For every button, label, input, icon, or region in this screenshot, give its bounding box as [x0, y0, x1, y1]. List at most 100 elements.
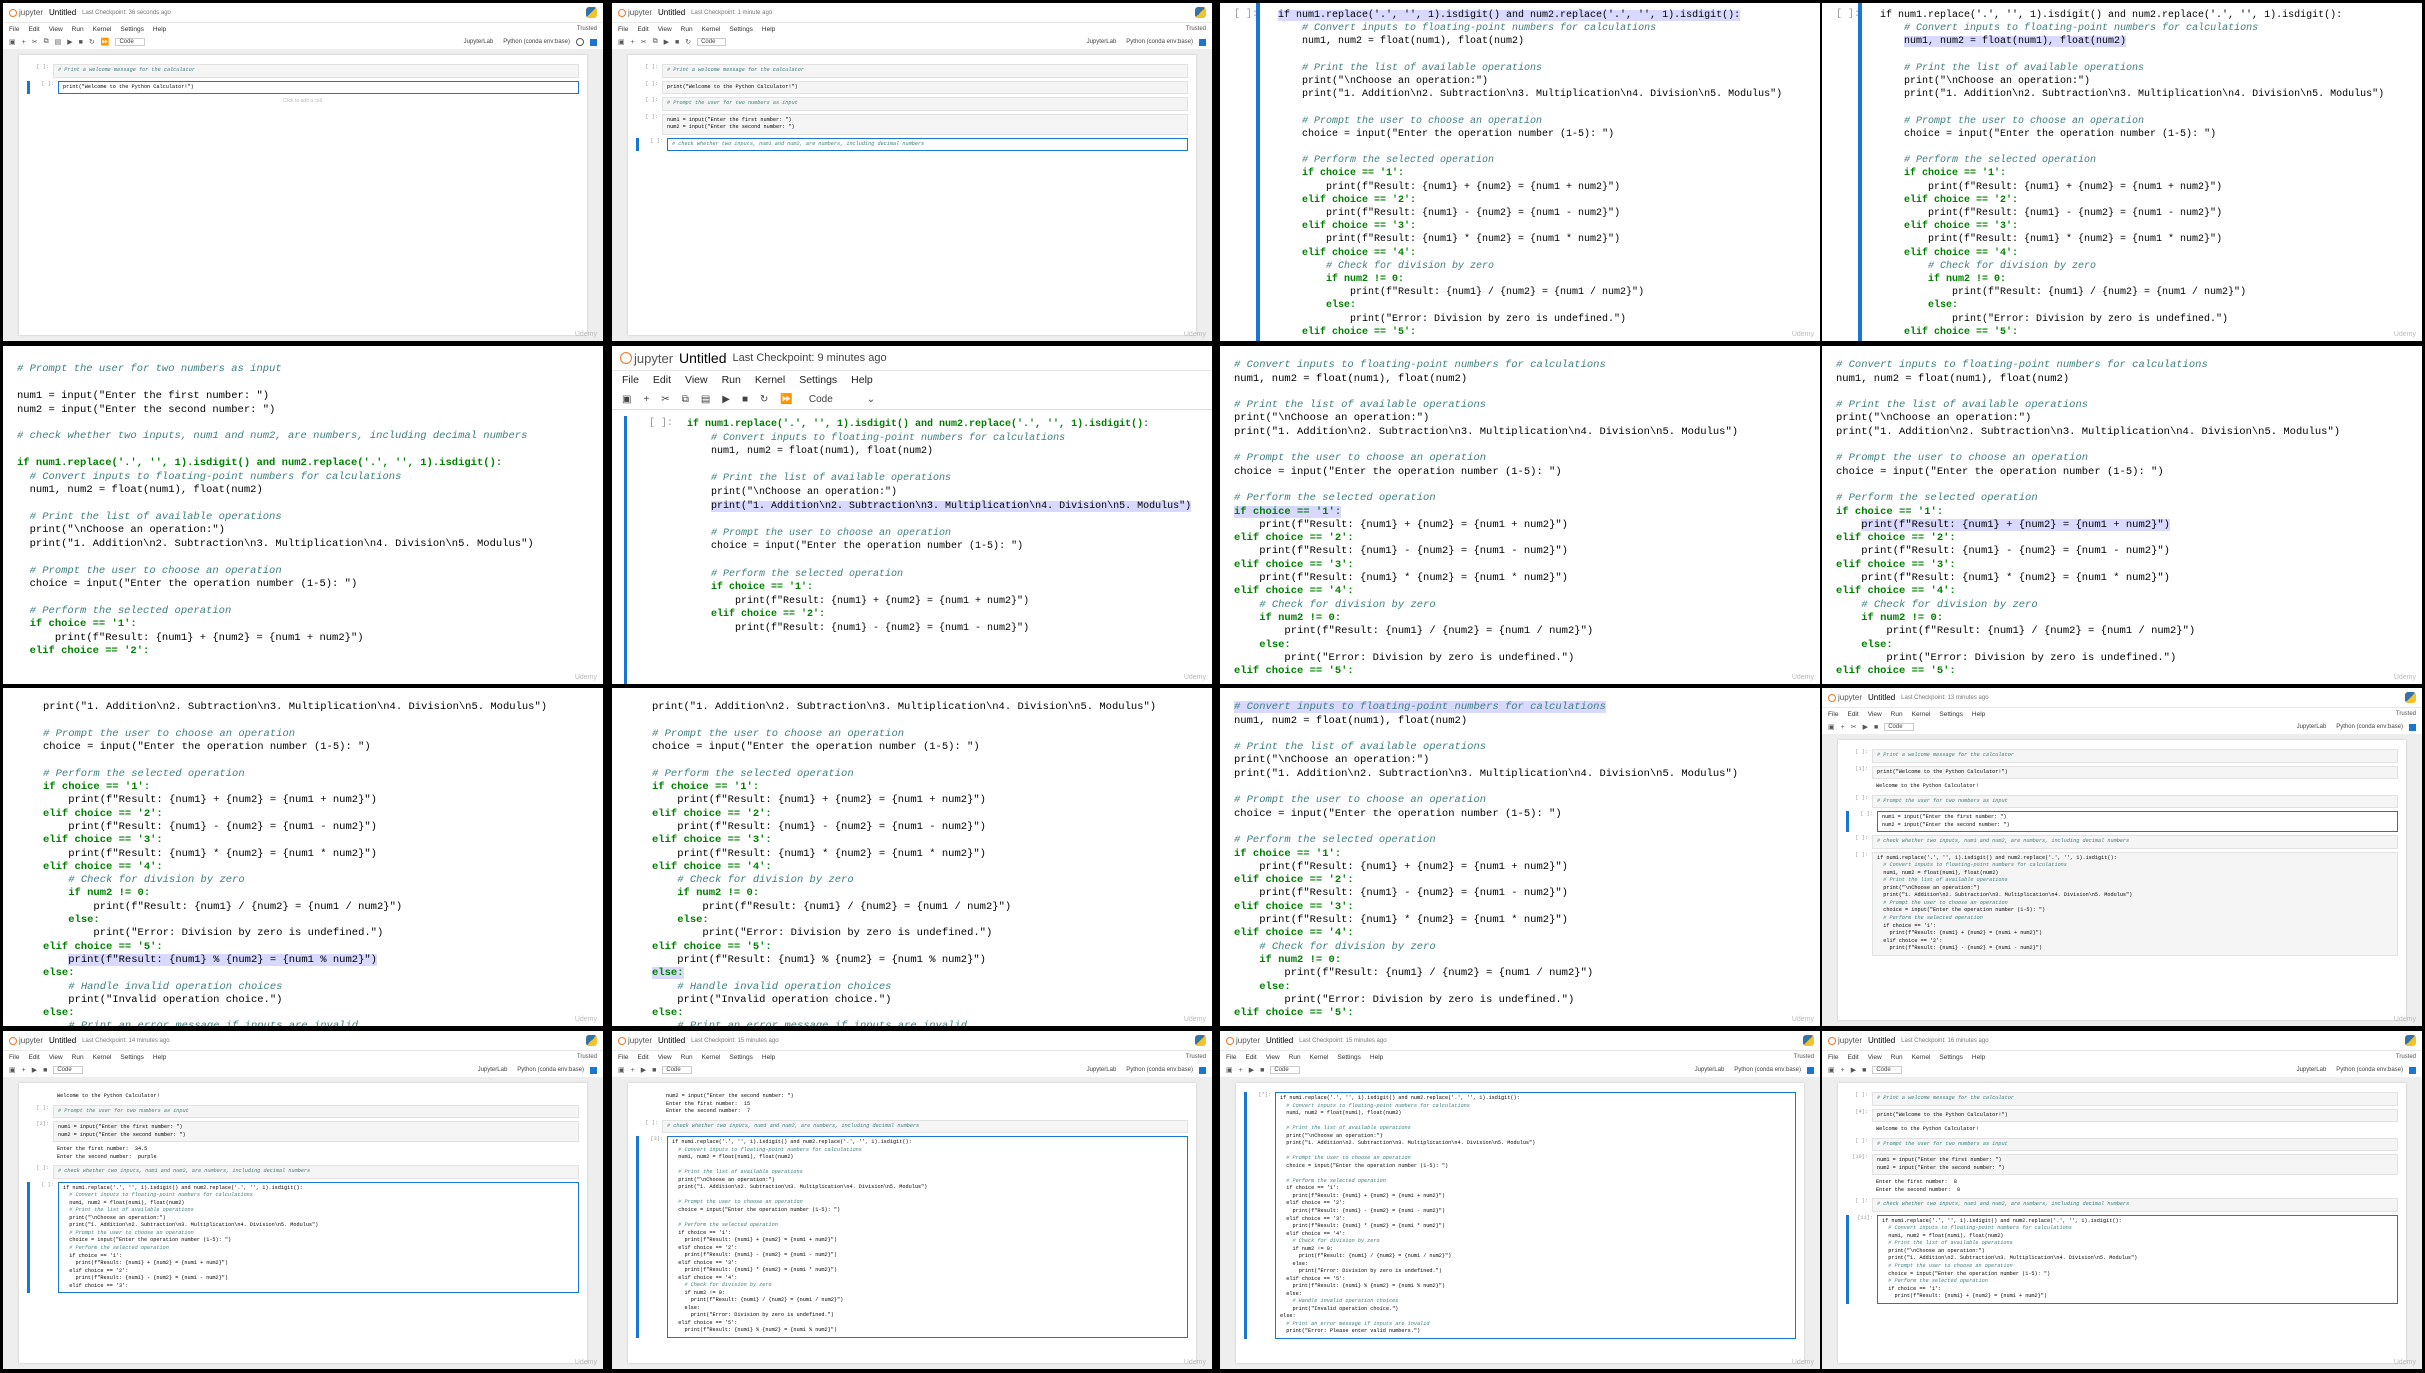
debugger-icon[interactable] — [2409, 1066, 2416, 1074]
menu-help[interactable]: Help — [1972, 1054, 1985, 1061]
code-cell[interactable]: [ ]: # Print a welcome message for the ca… — [1846, 749, 2398, 763]
fast-forward-icon[interactable]: ⏩ — [780, 394, 792, 405]
menu-settings[interactable]: Settings — [729, 1054, 753, 1061]
debugger-icon[interactable] — [590, 1066, 597, 1074]
menu-kernel[interactable]: Kernel — [93, 26, 112, 33]
menu-file[interactable]: File — [618, 26, 628, 33]
code-cell[interactable]: [1]: print("Welcome to the Python Calcula… — [1846, 765, 2398, 780]
stop-icon[interactable]: ■ — [652, 1067, 656, 1074]
menu-view[interactable]: View — [658, 1054, 672, 1061]
cut-icon[interactable]: ✂ — [661, 394, 669, 405]
trusted-indicator[interactable]: Trusted — [2396, 711, 2416, 717]
menu-settings[interactable]: Settings — [120, 1054, 144, 1061]
cell-source[interactable]: # Print a welcome message for the calcul… — [662, 64, 1188, 78]
add-cell-icon[interactable]: + — [1841, 1067, 1845, 1074]
menu-edit[interactable]: Edit — [1847, 711, 1858, 718]
stop-icon[interactable]: ■ — [1260, 1067, 1264, 1074]
menu-kernel[interactable]: Kernel — [1310, 1054, 1329, 1061]
run-icon[interactable]: ▶ — [32, 1066, 37, 1074]
menu-edit[interactable]: Edit — [1245, 1054, 1256, 1061]
run-icon[interactable]: ▶ — [641, 1066, 646, 1074]
cell-type-select[interactable]: Code — [53, 1066, 83, 1074]
menu-run[interactable]: Run — [1891, 1054, 1903, 1061]
menu-kernel[interactable]: Kernel — [93, 1054, 112, 1061]
code-cell-active[interactable]: [ ]: if num1.replace('.', '', 1).isdigit… — [624, 416, 1212, 684]
menu-file[interactable]: File — [618, 1054, 628, 1061]
run-icon[interactable]: ▶ — [722, 394, 730, 405]
trusted-indicator[interactable]: Trusted — [1186, 1054, 1206, 1060]
cell-type-select[interactable]: Code — [805, 394, 855, 405]
trusted-indicator[interactable]: Trusted — [577, 26, 597, 32]
cell-source[interactable]: num1 = input("Enter the first number: ")… — [1872, 1154, 2398, 1176]
menu-file[interactable]: File — [622, 374, 639, 386]
cell-source[interactable]: num1 = input("Enter the first number: ")… — [53, 1121, 579, 1143]
stop-icon[interactable]: ■ — [79, 39, 83, 46]
menu-kernel[interactable]: Kernel — [702, 1054, 721, 1061]
cell-source[interactable]: print("Welcome to the Python Calculator!… — [1872, 1108, 2398, 1123]
menu-run[interactable]: Run — [1289, 1054, 1301, 1061]
code-editor[interactable]: # Convert inputs to floating-point numbe… — [1220, 346, 1820, 684]
code-cell-active[interactable]: [ ]: print("Welcome to the Python Calcula… — [27, 80, 579, 95]
restart-icon[interactable]: ↻ — [89, 38, 95, 46]
save-icon[interactable]: ▣ — [9, 1066, 16, 1074]
run-icon[interactable]: ▶ — [1863, 723, 1868, 731]
cell-type-select[interactable]: Code — [697, 38, 727, 46]
notebook-title[interactable]: Untitled — [658, 1036, 685, 1045]
cell-source[interactable]: # Prompt the user for two numbers as inp… — [53, 1104, 579, 1119]
add-cell-icon[interactable]: + — [22, 1067, 26, 1074]
save-icon[interactable]: ▣ — [1828, 1066, 1835, 1074]
notebook-title[interactable]: Untitled — [1868, 1036, 1895, 1045]
cell-source[interactable]: print("Welcome to the Python Calculator!… — [1872, 765, 2398, 780]
menu-file[interactable]: File — [1226, 1054, 1236, 1061]
code-editor[interactable]: if num1.replace('.', '', 1).isdigit() an… — [1220, 3, 1820, 341]
debugger-icon[interactable] — [1199, 1066, 1206, 1074]
menu-edit[interactable]: Edit — [1847, 1054, 1858, 1061]
menu-run[interactable]: Run — [72, 1054, 84, 1061]
code-cell[interactable]: [ ]: if num1.replace('.', '', 1).isdigit(… — [1846, 851, 2398, 956]
code-editor[interactable]: # Convert inputs to floating-point numbe… — [1822, 346, 2422, 684]
notebook-title[interactable]: Untitled — [49, 1036, 76, 1045]
code-cell-active[interactable]: [ ]: num1 = input("Enter the first number… — [1846, 811, 2398, 833]
menu-view[interactable]: View — [49, 26, 63, 33]
copy-icon[interactable]: ⧉ — [653, 38, 658, 46]
jupyter-logo[interactable]: jupyter — [618, 1036, 652, 1045]
menu-settings[interactable]: Settings — [1337, 1054, 1361, 1061]
kernel-name[interactable]: Python (conda env:base) — [2336, 1067, 2403, 1073]
menu-file[interactable]: File — [1828, 1054, 1838, 1061]
cell-source[interactable]: print("Welcome to the Python Calculator!… — [662, 80, 1188, 95]
fast-forward-icon[interactable]: ⏩ — [101, 38, 110, 46]
menu-view[interactable]: View — [1266, 1054, 1280, 1061]
menu-file[interactable]: File — [9, 1054, 19, 1061]
cut-icon[interactable]: ✂ — [32, 38, 38, 46]
cell-type-select[interactable]: Code — [1872, 1066, 1902, 1074]
run-icon[interactable]: ▶ — [664, 38, 669, 46]
cell-source[interactable]: # Prompt the user for two numbers as inp… — [1872, 794, 2398, 809]
menu-help[interactable]: Help — [851, 374, 873, 386]
notebook-title[interactable]: Untitled — [1868, 693, 1895, 702]
add-cell-icon[interactable]: + — [643, 394, 649, 405]
add-cell-icon[interactable]: + — [631, 1067, 635, 1074]
code-cell[interactable]: [2]: num1 = input("Enter the first number… — [27, 1121, 579, 1143]
code-editor[interactable]: if num1.replace('.', '', 1).isdigit() an… — [1822, 3, 2422, 341]
jupyterlab-link[interactable]: JupyterLab — [1087, 1067, 1117, 1073]
code-cell-active[interactable]: [ ]: if num1.replace('.', '', 1).isdigit(… — [27, 1181, 579, 1294]
menu-edit[interactable]: Edit — [653, 374, 671, 386]
menu-settings[interactable]: Settings — [1939, 1054, 1963, 1061]
code-editor[interactable]: print("1. Addition\n2. Subtraction\n3. M… — [612, 688, 1212, 1026]
jupyterlab-link[interactable]: JupyterLab — [464, 39, 494, 45]
menu-settings[interactable]: Settings — [120, 26, 144, 33]
cell-source[interactable]: # Print a welcome message for the calcul… — [53, 64, 579, 78]
menu-run[interactable]: Run — [72, 26, 84, 33]
menu-settings[interactable]: Settings — [799, 374, 837, 386]
jupyterlab-link[interactable]: JupyterLab — [478, 1067, 508, 1073]
menu-kernel[interactable]: Kernel — [1912, 711, 1931, 718]
cell-source[interactable]: if num1.replace('.', '', 1).isdigit() an… — [1275, 1092, 1796, 1339]
menu-kernel[interactable]: Kernel — [702, 26, 721, 33]
copy-icon[interactable]: ⧉ — [682, 394, 689, 405]
save-icon[interactable]: ▣ — [622, 394, 631, 405]
stop-icon[interactable]: ■ — [1874, 724, 1878, 731]
code-cell[interactable]: [ ]: # check whether two inputs, num1 and… — [1846, 1198, 2398, 1212]
code-cell[interactable]: [ ]: # Print a welcome message for the ca… — [1846, 1092, 2398, 1106]
copy-icon[interactable]: ⧉ — [44, 38, 49, 46]
code-cell[interactable]: [ ]: # Prompt the user for two numbers as… — [1846, 1137, 2398, 1152]
